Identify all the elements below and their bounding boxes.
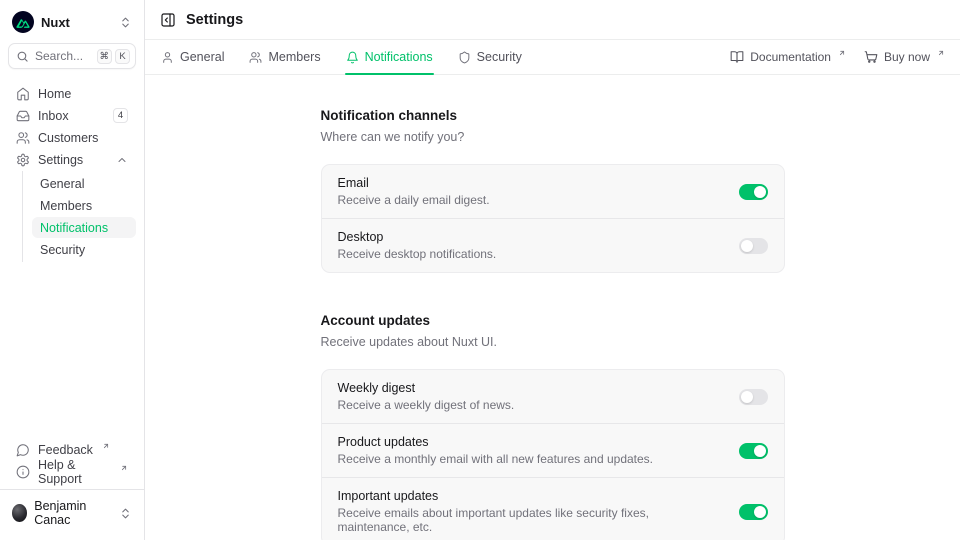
section-title: Account updates — [321, 313, 785, 328]
info-circle-icon — [16, 465, 30, 479]
workspace-name: Nuxt — [41, 15, 70, 30]
header-actions: Documentation Buy now — [730, 40, 945, 74]
user-section: Benjamin Canac — [0, 489, 144, 532]
users-icon — [16, 131, 30, 145]
sidebar-item-inbox[interactable]: Inbox 4 — [8, 105, 136, 126]
workspace-switcher[interactable]: Nuxt — [8, 8, 136, 36]
inbox-icon — [16, 109, 30, 123]
sidebar-nav: Home Inbox 4 Customers Settings — [8, 83, 136, 262]
section-account-updates: Account updates Receive updates about Nu… — [321, 313, 785, 540]
section-title: Notification channels — [321, 108, 785, 123]
search-placeholder: Search... — [35, 49, 91, 63]
product-updates-toggle[interactable] — [739, 443, 768, 459]
content-area: Settings General Members Notifications — [145, 0, 960, 540]
search-icon — [16, 50, 29, 63]
tab-bar: General Members Notifications Security — [145, 40, 960, 75]
sidebar-item-settings[interactable]: Settings — [8, 149, 136, 170]
tab-security[interactable]: Security — [457, 40, 523, 74]
page-title: Settings — [186, 12, 243, 28]
nuxt-logo-icon — [12, 11, 34, 33]
chevron-up-down-icon — [119, 16, 132, 29]
section-description: Where can we notify you? — [321, 130, 785, 144]
tab-general[interactable]: General — [160, 40, 225, 74]
sidebar-item-customers[interactable]: Customers — [8, 127, 136, 148]
sidebar-collapse-icon[interactable] — [160, 12, 176, 28]
help-support-link[interactable]: Help & Support — [8, 461, 136, 482]
book-icon — [730, 50, 744, 64]
kbd-cmd: ⌘ — [97, 49, 113, 64]
important-updates-toggle[interactable] — [739, 504, 768, 520]
user-name: Benjamin Canac — [34, 499, 112, 527]
documentation-link[interactable]: Documentation — [730, 50, 846, 64]
sidebar-item-settings-notifications[interactable]: Notifications — [32, 217, 136, 238]
settings-notifications-page: Notification channels Where can we notif… — [145, 75, 960, 540]
setting-row-email: Email Receive a daily email digest. — [322, 165, 784, 218]
search-input[interactable]: Search... ⌘ K — [8, 43, 136, 69]
setting-row-desktop: Desktop Receive desktop notifications. — [322, 218, 784, 272]
gear-icon — [16, 153, 30, 167]
external-link-icon — [102, 442, 110, 450]
buy-now-link[interactable]: Buy now — [864, 50, 945, 64]
section-description: Receive updates about Nuxt UI. — [321, 335, 785, 349]
user-icon — [161, 51, 174, 64]
home-icon — [16, 87, 30, 101]
desktop-toggle[interactable] — [739, 238, 768, 254]
chevron-up-down-icon — [119, 507, 132, 520]
kbd-k: K — [115, 49, 130, 64]
weekly-digest-toggle[interactable] — [739, 389, 768, 405]
setting-row-important-updates: Important updates Receive emails about i… — [322, 477, 784, 540]
search-shortcut: ⌘ K — [97, 49, 131, 64]
message-bubble-icon — [16, 443, 30, 457]
tab-notifications[interactable]: Notifications — [345, 40, 434, 74]
email-toggle[interactable] — [739, 184, 768, 200]
shield-icon — [458, 51, 471, 64]
sidebar-item-home[interactable]: Home — [8, 83, 136, 104]
avatar — [12, 504, 27, 522]
setting-row-weekly-digest: Weekly digest Receive a weekly digest of… — [322, 370, 784, 423]
inbox-count-badge: 4 — [113, 108, 128, 123]
settings-subnav: General Members Notifications Security — [22, 171, 136, 262]
tabs: General Members Notifications Security — [160, 40, 523, 74]
external-link-icon — [120, 464, 128, 472]
user-menu[interactable]: Benjamin Canac — [10, 497, 134, 529]
page-header: Settings — [145, 0, 960, 40]
settings-card: Weekly digest Receive a weekly digest of… — [321, 369, 785, 540]
external-link-icon — [838, 49, 846, 57]
shopping-cart-icon — [864, 50, 878, 64]
sidebar-item-settings-security[interactable]: Security — [32, 239, 136, 260]
sidebar-item-settings-members[interactable]: Members — [32, 195, 136, 216]
tab-members[interactable]: Members — [248, 40, 321, 74]
setting-row-product-updates: Product updates Receive a monthly email … — [322, 423, 784, 477]
bell-icon — [346, 51, 359, 64]
chevron-up-icon — [116, 154, 128, 166]
users-icon — [249, 51, 262, 64]
sidebar-footer: Feedback Help & Support — [8, 439, 136, 482]
settings-card: Email Receive a daily email digest. Desk… — [321, 164, 785, 273]
external-link-icon — [937, 49, 945, 57]
sidebar-item-settings-general[interactable]: General — [32, 173, 136, 194]
sidebar: Nuxt Search... ⌘ K Home Inbox 4 — [0, 0, 145, 540]
section-notification-channels: Notification channels Where can we notif… — [321, 108, 785, 273]
